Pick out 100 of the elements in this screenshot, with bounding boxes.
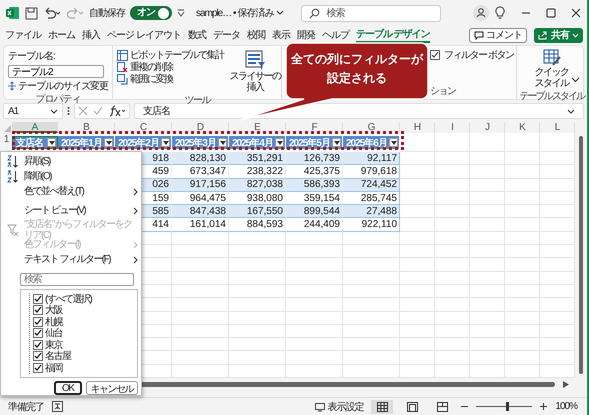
filter-dropdown-button[interactable] bbox=[47, 138, 56, 147]
insert-function-icon[interactable] bbox=[108, 105, 126, 117]
ribbon-tab[interactable]: 数式 bbox=[188, 27, 206, 43]
vertical-scrollbar[interactable] bbox=[575, 122, 587, 378]
filter-dropdown-button[interactable] bbox=[104, 138, 113, 147]
check-icon[interactable] bbox=[93, 106, 103, 116]
checkbox-label[interactable]: 福岡 bbox=[45, 360, 62, 375]
empty-cell bbox=[470, 232, 505, 246]
undo-icon[interactable] bbox=[43, 7, 61, 19]
formula-field[interactable]: 支店名 bbox=[134, 103, 584, 119]
checkbox-label[interactable]: 名古屋 bbox=[45, 349, 70, 364]
zoom-out-icon[interactable] bbox=[461, 405, 468, 408]
column-header[interactable]: D bbox=[172, 122, 229, 133]
column-header[interactable]: L bbox=[540, 122, 575, 133]
close-icon[interactable] bbox=[571, 8, 581, 18]
filter-dropdown-button[interactable] bbox=[389, 138, 398, 147]
quick-styles-button[interactable]: クイック スタイル bbox=[534, 49, 569, 89]
ribbon-tab[interactable]: 校閲 bbox=[246, 27, 265, 43]
checkbox[interactable] bbox=[33, 294, 43, 304]
save-icon[interactable] bbox=[25, 6, 38, 20]
ribbon-tab[interactable]: ヘルプ bbox=[322, 27, 349, 43]
column-header[interactable]: G bbox=[343, 122, 400, 133]
column-header[interactable]: H bbox=[400, 122, 435, 133]
tool-command-button[interactable]: 重複の削除 bbox=[117, 61, 172, 73]
filter-dropdown-button[interactable] bbox=[275, 138, 284, 147]
ribbon-tab[interactable]: ページ レイアウト bbox=[107, 27, 181, 43]
empty-cell bbox=[400, 245, 435, 258]
display-settings-button[interactable]: 表示設定 bbox=[315, 400, 364, 414]
header-label: 2025年5月 bbox=[289, 136, 330, 150]
search-field[interactable]: 検索 bbox=[301, 4, 442, 22]
insert-slicer-button[interactable]: スライサーの 挿入 bbox=[230, 49, 280, 93]
ribbon-tab[interactable]: ホーム bbox=[48, 27, 75, 43]
excel-logo-icon[interactable] bbox=[6, 6, 20, 20]
maximize-icon[interactable] bbox=[546, 8, 556, 18]
column-header[interactable]: I bbox=[435, 122, 470, 133]
tool-command-button[interactable]: ピボットテーブルで集計 bbox=[117, 49, 224, 61]
column-header[interactable]: J bbox=[470, 122, 505, 133]
empty-cell bbox=[172, 272, 229, 285]
empty-cell bbox=[435, 232, 470, 246]
column-header[interactable]: A bbox=[12, 122, 58, 133]
filter-dropdown-button[interactable] bbox=[161, 138, 170, 147]
empty-cell bbox=[435, 133, 470, 152]
search-field[interactable]: 検索 bbox=[20, 273, 134, 286]
checkbox[interactable] bbox=[33, 305, 43, 316]
resize-icon bbox=[8, 81, 16, 91]
checkbox-label[interactable]: 大阪 bbox=[45, 303, 62, 318]
column-header[interactable]: F bbox=[286, 122, 343, 133]
table-cell: 126,739 bbox=[286, 152, 343, 166]
file-name-button[interactable]: sample… • 保存済み bbox=[196, 6, 284, 20]
comment-button[interactable]: コメント bbox=[469, 28, 527, 42]
checkbox-label[interactable]: 仙台 bbox=[45, 326, 62, 340]
empty-cell bbox=[505, 192, 540, 206]
horizontal-scrollbar[interactable] bbox=[140, 382, 555, 387]
ribbon-tab[interactable]: データ bbox=[212, 27, 240, 43]
ribbon-tab[interactable]: ファイル bbox=[5, 27, 41, 43]
filter-button-option[interactable]: フィルター ボタン bbox=[430, 49, 514, 61]
menu-item[interactable]: テキスト フィルター(F) bbox=[4, 252, 138, 267]
row-number[interactable]: 1 bbox=[0, 133, 12, 152]
checkbox[interactable] bbox=[33, 362, 43, 373]
column-header[interactable]: E bbox=[229, 122, 286, 133]
checkbox-label[interactable]: 札幌 bbox=[45, 314, 62, 329]
checkbox[interactable] bbox=[33, 328, 43, 338]
ribbon-tab[interactable]: 開発 bbox=[296, 27, 315, 43]
zoom-level[interactable]: 100% bbox=[555, 401, 577, 412]
column-header[interactable]: C bbox=[115, 122, 172, 133]
ribbon-tab[interactable]: 表示 bbox=[272, 27, 290, 43]
ribbon-tab[interactable]: 挿入 bbox=[82, 27, 100, 43]
tool-command-button[interactable]: 範囲に変換 bbox=[117, 73, 172, 85]
more-options-icon[interactable] bbox=[67, 106, 70, 116]
collapse-ribbon-icon[interactable] bbox=[571, 77, 580, 83]
filter-dropdown-button[interactable] bbox=[332, 138, 341, 147]
resize-table-button[interactable]: テーブルのサイズ変更 bbox=[8, 80, 108, 92]
autosave-toggle[interactable]: オン bbox=[130, 6, 172, 20]
empty-cell bbox=[505, 312, 540, 325]
share-button[interactable]: 共有 bbox=[534, 28, 583, 42]
customize-caret-icon[interactable] bbox=[177, 9, 185, 17]
checkbox[interactable] bbox=[33, 351, 43, 362]
scroll-right-icon[interactable] bbox=[563, 380, 569, 388]
lightbulb-icon[interactable] bbox=[494, 6, 506, 20]
column-header[interactable]: B bbox=[58, 122, 115, 133]
filter-dropdown-button[interactable] bbox=[218, 138, 227, 147]
empty-cell bbox=[343, 298, 400, 312]
checkbox[interactable] bbox=[33, 316, 43, 327]
table-name-field[interactable]: テーブル2 bbox=[8, 65, 104, 78]
name-box[interactable]: A1 bbox=[3, 103, 63, 119]
checkbox-label[interactable]: (すべて選択) bbox=[45, 292, 92, 306]
view-button[interactable] bbox=[371, 400, 394, 414]
ok-button[interactable]: OK bbox=[54, 380, 82, 394]
account-icon[interactable] bbox=[473, 5, 489, 21]
slicer-icon bbox=[244, 49, 266, 71]
remove-duplicates-icon bbox=[117, 62, 128, 72]
cancel-button[interactable]: キャンセル bbox=[86, 380, 138, 394]
checkbox[interactable] bbox=[430, 50, 440, 60]
checkbox[interactable] bbox=[33, 340, 43, 350]
empty-cell bbox=[400, 232, 435, 246]
zoom-in-icon[interactable] bbox=[540, 403, 548, 410]
pivot-table-icon bbox=[117, 50, 128, 60]
checkbox-label[interactable]: 東京 bbox=[45, 338, 62, 352]
column-header[interactable]: K bbox=[505, 122, 540, 133]
accessibility-icon[interactable] bbox=[52, 401, 63, 412]
